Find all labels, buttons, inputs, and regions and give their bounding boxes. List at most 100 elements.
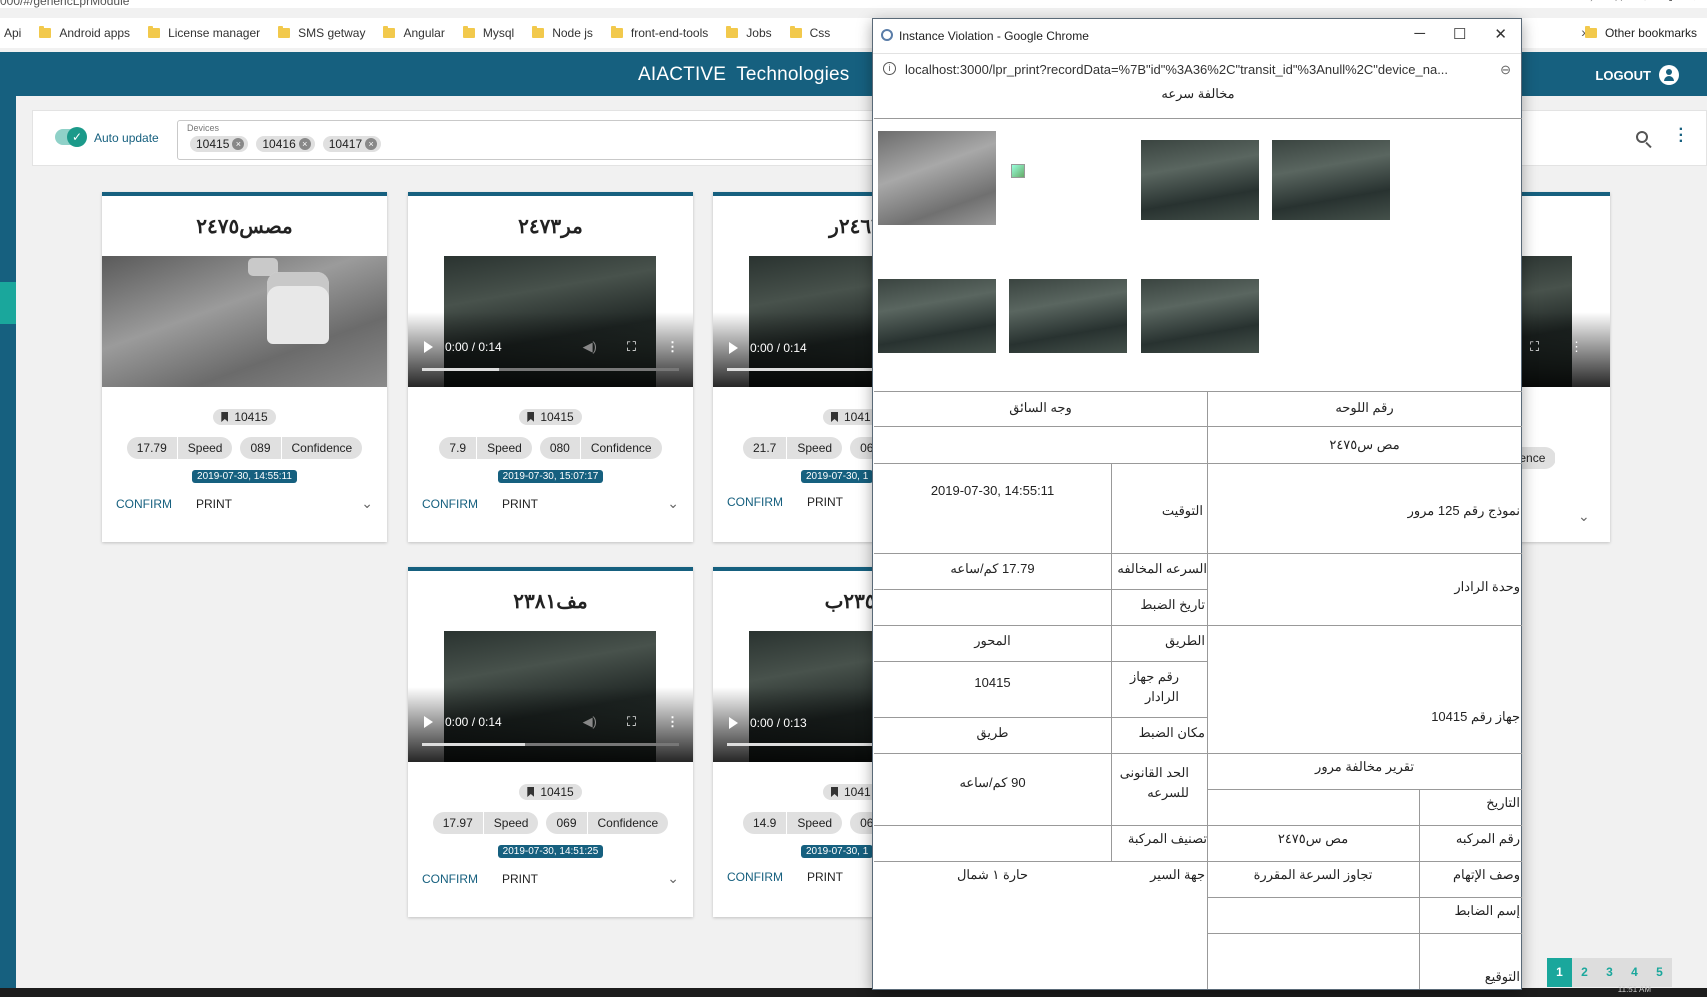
page-button[interactable]: 2 [1572, 958, 1597, 987]
zoom-icon[interactable]: ⊖ [1500, 62, 1511, 78]
video-player[interactable]: 0:00 / 0:14 ◀) ⛶ ⋮ [408, 256, 693, 387]
date-label: التاريخ [1486, 795, 1520, 810]
search-icon[interactable]: ⌕ [1591, 0, 1599, 5]
device-chip[interactable]: 10416 × [256, 136, 315, 152]
account-icon [1659, 65, 1679, 85]
menu-icon[interactable]: ⋮ [666, 714, 679, 730]
popup-title-bar: Instance Violation - Google Chrome ─ ☐ ✕ [873, 19, 1521, 53]
chevron-down-icon[interactable]: ⌄ [667, 495, 679, 512]
bookmark-css[interactable]: Css [789, 26, 830, 40]
folder-icon [1584, 26, 1597, 38]
print-button[interactable]: PRINT [807, 870, 843, 884]
radar-device-text: جهاز رقم 10415 [1431, 709, 1520, 724]
chevron-down-icon[interactable]: ⌄ [1578, 508, 1590, 525]
remove-icon[interactable]: × [232, 138, 245, 150]
capture-image[interactable] [102, 256, 387, 387]
play-icon[interactable] [424, 716, 433, 728]
remove-icon[interactable]: × [365, 138, 378, 150]
folder-icon [383, 26, 396, 38]
print-button[interactable]: PRINT [807, 495, 843, 509]
fullscreen-icon[interactable]: ⛶ [627, 339, 636, 355]
auto-update-label: Auto update [94, 131, 159, 145]
place-label: مكان الضبط [1138, 725, 1205, 740]
page-button[interactable]: 4 [1622, 958, 1647, 987]
device-number-label: رقم جهاز الرادار [1129, 669, 1179, 704]
video-time: 0:00 / 0:14 [445, 340, 502, 354]
popup-title: Instance Violation - Google Chrome [899, 29, 1089, 43]
speed-badge: 17.79 Speed [126, 437, 233, 459]
confirm-button[interactable]: CONFIRM [727, 870, 783, 884]
confirm-button[interactable]: CONFIRM [116, 497, 172, 511]
device-badge: 10415 [519, 784, 582, 800]
bookmark-node-js[interactable]: Node js [532, 26, 593, 40]
other-bookmarks[interactable]: Other bookmarks [1584, 26, 1697, 40]
chevron-down-icon[interactable]: ⌄ [667, 870, 679, 887]
bookmark-jobs[interactable]: Jobs [726, 26, 772, 40]
print-button[interactable]: PRINT [196, 497, 232, 511]
bookmark-android-apps[interactable]: Android apps [39, 26, 130, 40]
devices-select[interactable]: Devices 10415 × 10416 × 10417 × [177, 120, 897, 160]
bookmark-sms-getway[interactable]: SMS getway [278, 26, 365, 40]
star-icon[interactable]: ☆ [1613, 0, 1626, 5]
close-icon[interactable]: ✕ [1494, 25, 1507, 43]
logout-button[interactable]: LOGOUT [1595, 65, 1679, 85]
chevron-down-icon[interactable]: ⌄ [361, 495, 373, 512]
search-icon[interactable] [1636, 131, 1648, 143]
page-button[interactable]: 1 [1547, 958, 1572, 987]
folder-icon [610, 26, 623, 38]
page-button[interactable]: 3 [1597, 958, 1622, 987]
confirm-button[interactable]: CONFIRM [422, 497, 478, 511]
device-badge: 10415 [213, 409, 276, 425]
maximize-icon[interactable]: ☐ [1453, 25, 1466, 43]
folder-icon [532, 26, 545, 38]
volume-icon[interactable]: ◀) [583, 714, 597, 730]
device-chip[interactable]: 10417 × [322, 136, 382, 152]
volume-icon[interactable]: ◀) [583, 339, 597, 355]
pagination: 1 2 3 4 5 [1547, 958, 1672, 987]
avatar[interactable]: ● [1691, 0, 1699, 5]
fullscreen-icon[interactable]: ⛶ [627, 714, 636, 730]
confirm-button[interactable]: CONFIRM [422, 872, 478, 886]
more-options-icon[interactable]: · · · [1679, 122, 1684, 150]
extension-icon[interactable]: ✦ [1639, 0, 1651, 5]
minimize-icon[interactable]: ─ [1414, 25, 1425, 43]
bookmark-angular[interactable]: Angular [383, 26, 445, 40]
menu-icon[interactable]: ⋮ [1570, 339, 1583, 355]
plate-number-label: رقم اللوحه [1335, 400, 1394, 415]
bookmark-license-manager[interactable]: License manager [148, 26, 260, 40]
rail-active-marker[interactable] [0, 282, 16, 324]
video-progress[interactable] [422, 743, 679, 746]
bookmark-api[interactable]: Api [4, 26, 21, 40]
video-player[interactable]: 0:00 / 0:14 ◀) ⛶ ⋮ [408, 631, 693, 762]
folder-icon [39, 26, 52, 38]
device-badge: 10415 [519, 409, 582, 425]
info-icon[interactable]: i [883, 62, 896, 75]
auto-update-toggle[interactable]: ✓ [55, 127, 87, 147]
charge-label: وصف الإتهام [1452, 867, 1520, 882]
date-badge: 2019-07-30, 14:55:11 [192, 470, 297, 483]
video-time: 0:00 / 0:14 [445, 715, 502, 729]
fullscreen-icon[interactable]: ⛶ [1530, 339, 1539, 355]
remove-icon[interactable]: × [298, 138, 311, 150]
puzzle-icon[interactable]: ✚ [1665, 0, 1677, 5]
url-text: 000/#/genericLprModule [0, 0, 130, 8]
print-button[interactable]: PRINT [502, 497, 538, 511]
page-button[interactable]: 5 [1647, 958, 1672, 987]
taskbar-clock: 11:51 AM [1617, 985, 1651, 994]
play-icon[interactable] [729, 717, 738, 729]
capture-thumbnail [1272, 140, 1390, 220]
video-progress[interactable] [422, 368, 679, 371]
device-chip[interactable]: 10415 × [190, 136, 249, 152]
car-shape [267, 272, 329, 344]
print-button[interactable]: PRINT [502, 872, 538, 886]
confirm-button[interactable]: CONFIRM [727, 495, 783, 509]
menu-icon[interactable]: ⋮ [666, 339, 679, 355]
play-icon[interactable] [729, 342, 738, 354]
folder-icon [148, 26, 161, 38]
confidence-badge: 069 Confidence [546, 812, 669, 834]
popup-url-bar[interactable]: i localhost:3000/lpr_print?recordData=%7… [873, 53, 1521, 83]
bookmark-front-end-tools[interactable]: front-end-tools [610, 26, 708, 40]
url-bar[interactable]: 000/#/genericLprModule [0, 0, 1707, 8]
bookmark-mysql[interactable]: Mysql [462, 26, 514, 40]
play-icon[interactable] [424, 341, 433, 353]
